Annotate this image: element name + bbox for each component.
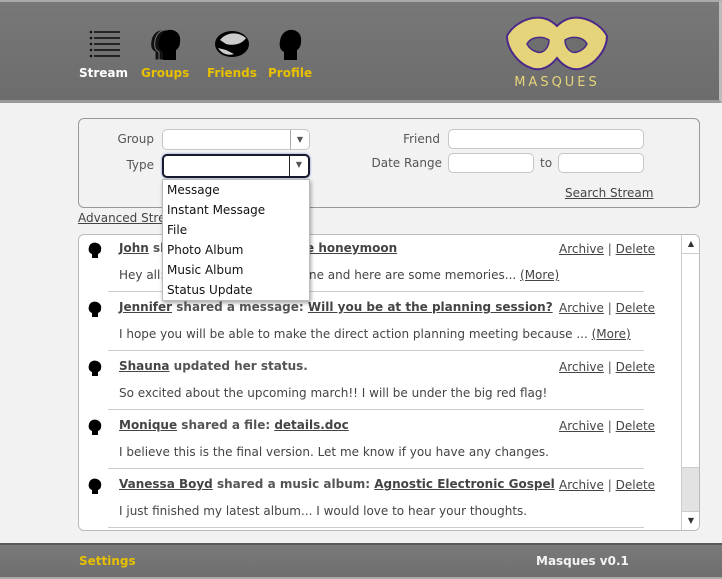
scroll-up-arrow-icon[interactable]: ▲ [682, 235, 699, 254]
item-actions: Archive | Delete [559, 242, 656, 256]
group-heads-icon [150, 29, 181, 61]
nav-groups[interactable]: Groups [141, 26, 189, 80]
chevron-down-icon: ▼ [290, 130, 309, 149]
type-select[interactable]: ▼ [162, 154, 310, 178]
stream-item-title: Vanessa Boyd shared a music album: Agnos… [119, 477, 555, 491]
version-label: Masques v0.1 [536, 554, 629, 568]
stream-scrollbar[interactable]: ▲ ▼ [681, 235, 699, 530]
delete-link[interactable]: Delete [616, 360, 655, 374]
stream-item-body: I just finished my latest album... I wou… [119, 504, 528, 518]
nav-stream-label: Stream [79, 66, 129, 80]
type-option-music-album[interactable]: Music Album [163, 260, 309, 280]
stream-item-body: I hope you will be able to make the dire… [119, 327, 631, 341]
head-icon [279, 29, 302, 60]
group-select[interactable]: ▼ [162, 129, 310, 150]
logo-text: MASQUES [514, 75, 600, 90]
target-link[interactable]: Agnostic Electronic Gospel [374, 477, 554, 491]
user-avatar-icon [88, 242, 102, 258]
nav-stream[interactable]: Stream [79, 26, 128, 80]
target-link[interactable]: e honeymoon [306, 241, 397, 255]
stream-item-title: Jennifer shared a message: Will you be a… [119, 300, 553, 314]
type-option-message[interactable]: Message [163, 180, 309, 200]
stream-item-title: Shauna updated her status. [119, 359, 308, 373]
divider [108, 350, 644, 351]
list-icon [89, 30, 120, 58]
delete-link[interactable]: Delete [616, 419, 655, 433]
type-option-photo-album[interactable]: Photo Album [163, 240, 309, 260]
app-header: Stream Groups Friends Profile MASQUES [0, 0, 722, 103]
more-link[interactable]: (More) [592, 327, 631, 341]
nav-profile[interactable]: Profile [268, 26, 312, 80]
item-actions: Archive | Delete [559, 419, 656, 433]
divider [108, 409, 644, 410]
stream-item: Vanessa Boyd shared a music album: Agnos… [79, 471, 679, 530]
type-label: Type [126, 158, 154, 172]
stream-item-body: So excited about the upcoming march!! I … [119, 386, 548, 400]
item-actions: Archive | Delete [559, 478, 656, 492]
archive-link[interactable]: Archive [559, 301, 604, 315]
type-option-status-update[interactable]: Status Update [163, 280, 309, 300]
date-to-input[interactable] [558, 153, 644, 173]
to-label: to [540, 156, 553, 170]
item-actions: Archive | Delete [559, 360, 656, 374]
divider [108, 468, 644, 469]
user-avatar-icon [88, 301, 102, 317]
user-avatar-icon [88, 419, 102, 435]
divider [108, 527, 644, 528]
type-dropdown-menu: Message Instant Message File Photo Album… [162, 179, 310, 301]
archive-link[interactable]: Archive [559, 360, 604, 374]
stream-item-title: Monique shared a file: details.doc [119, 418, 349, 432]
type-option-instant-message[interactable]: Instant Message [163, 200, 309, 220]
delete-link[interactable]: Delete [616, 242, 655, 256]
date-from-input[interactable] [448, 153, 534, 173]
type-option-file[interactable]: File [163, 220, 309, 240]
user-link[interactable]: Monique [119, 418, 177, 432]
user-link[interactable]: Jennifer [119, 300, 172, 314]
user-link[interactable]: Shauna [119, 359, 169, 373]
archive-link[interactable]: Archive [559, 478, 604, 492]
target-link[interactable]: Will you be at the planning session? [308, 300, 553, 314]
settings-link[interactable]: Settings [79, 554, 136, 568]
stream-item-body: Hey all: [119, 268, 165, 282]
target-link[interactable]: details.doc [274, 418, 348, 432]
scroll-thumb[interactable] [682, 467, 699, 512]
item-actions: Archive | Delete [559, 301, 656, 315]
scroll-down-arrow-icon[interactable]: ▼ [682, 511, 699, 530]
nav-friends[interactable]: Friends [207, 26, 257, 80]
stream-item: Jennifer shared a message: Will you be a… [79, 294, 679, 353]
handshake-icon [214, 31, 249, 57]
chevron-down-icon: ▼ [289, 156, 308, 176]
group-label: Group [117, 132, 154, 146]
user-link[interactable]: John [119, 241, 149, 255]
stream-item-body-tail: ne and here are some memories... (More) [309, 268, 560, 282]
nav-groups-label: Groups [141, 66, 190, 80]
archive-link[interactable]: Archive [559, 242, 604, 256]
nav-friends-label: Friends [207, 66, 257, 80]
more-link[interactable]: (More) [520, 268, 559, 282]
app-footer: Settings Masques v0.1 [0, 543, 722, 579]
delete-link[interactable]: Delete [616, 478, 655, 492]
friend-label: Friend [403, 132, 440, 146]
user-link[interactable]: Vanessa Boyd [119, 477, 213, 491]
user-avatar-icon [88, 478, 102, 494]
stream-item: Shauna updated her status. Archive | Del… [79, 353, 679, 412]
user-avatar-icon [88, 360, 102, 376]
stream-item-body: I believe this is the final version. Let… [119, 445, 549, 459]
search-stream-link[interactable]: Search Stream [565, 186, 653, 200]
masques-logo: MASQUES [503, 10, 611, 94]
stream-item: Monique shared a file: details.doc Archi… [79, 412, 679, 471]
mask-icon [505, 16, 609, 71]
nav-profile-label: Profile [268, 66, 313, 80]
delete-link[interactable]: Delete [616, 301, 655, 315]
archive-link[interactable]: Archive [559, 419, 604, 433]
friend-input[interactable] [448, 129, 644, 149]
stream-item-target: e honeymoon [306, 241, 397, 255]
date-range-label: Date Range [371, 156, 442, 170]
